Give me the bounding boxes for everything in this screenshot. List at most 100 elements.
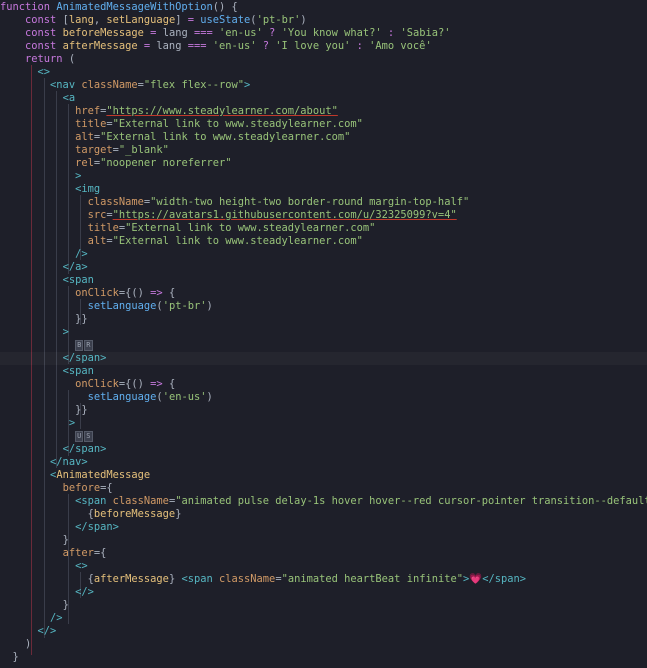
code-token: ? (269, 27, 282, 39)
code-editor[interactable]: function AnimatedMessageWithOption() { c… (0, 0, 647, 668)
code-line[interactable]: src="https://avatars1.githubusercontent.… (0, 209, 647, 222)
code-line[interactable]: href="https://www.steadylearner.com/abou… (0, 105, 647, 118)
code-line[interactable]: } (0, 651, 647, 664)
code-token: setLanguage (87, 300, 157, 312)
code-line[interactable]: function AnimatedMessageWithOption() { (0, 1, 647, 14)
code-token: () { (212, 1, 238, 13)
code-line[interactable]: onClick={() => { (0, 287, 647, 300)
code-line[interactable]: </span> (0, 521, 647, 534)
code-token: <nav (50, 79, 82, 91)
code-token: 'en-us' (212, 40, 263, 52)
code-token: </a> (62, 261, 88, 273)
code-line[interactable]: const beforeMessage = lang === 'en-us' ?… (0, 27, 647, 40)
code-token: <span (62, 365, 94, 377)
code-token: "flex flex--row" (143, 79, 244, 91)
code-line[interactable]: > (0, 170, 647, 183)
code-token: = (143, 40, 157, 52)
code-token: { (168, 378, 176, 390)
code-line[interactable]: target="_blank" (0, 144, 647, 157)
code-token: , (93, 14, 107, 26)
code-token: beforeMessage (62, 27, 151, 39)
code-line[interactable]: alt="External link to www.steadylearner.… (0, 235, 647, 248)
code-line[interactable]: </span> (0, 352, 647, 365)
code-line[interactable]: <> (0, 560, 647, 573)
code-line[interactable]: BR (0, 339, 647, 352)
code-line[interactable]: const afterMessage = lang === 'en-us' ? … (0, 40, 647, 53)
code-line[interactable]: {afterMessage} <span className="animated… (0, 573, 647, 586)
code-line[interactable]: setLanguage('pt-br') (0, 300, 647, 313)
code-line[interactable]: after={ (0, 547, 647, 560)
code-line[interactable]: alt="External link to www.steadylearner.… (0, 131, 647, 144)
code-token: return (25, 53, 69, 65)
code-line[interactable]: <> (0, 66, 647, 79)
code-line[interactable]: </> (0, 586, 647, 599)
code-token: target (75, 144, 113, 156)
code-line[interactable]: <AnimatedMessage (0, 469, 647, 482)
code-line[interactable]: ) (0, 638, 647, 651)
code-token: beforeMessage (93, 508, 176, 520)
code-line[interactable]: <img (0, 183, 647, 196)
code-line[interactable]: > (0, 417, 647, 430)
code-token: afterMessage (93, 573, 169, 585)
code-token: title (87, 222, 119, 234)
code-line[interactable]: }} (0, 404, 647, 417)
code-line[interactable]: } (0, 599, 647, 612)
code-line[interactable]: className="width-two height-two border-r… (0, 196, 647, 209)
code-line[interactable]: rel="noopener noreferrer" (0, 157, 647, 170)
code-line[interactable]: > (0, 326, 647, 339)
flag-emoji-icon: U (75, 430, 84, 442)
code-token: ) (206, 391, 213, 403)
code-line[interactable]: US (0, 430, 647, 443)
code-line[interactable]: /> (0, 612, 647, 625)
code-token: 'I love you' (275, 40, 357, 52)
code-line[interactable]: setLanguage('en-us') (0, 391, 647, 404)
code-line[interactable]: <a (0, 92, 647, 105)
code-line[interactable]: <nav className="flex flex--row"> (0, 79, 647, 92)
code-token: alt (75, 131, 94, 143)
code-line[interactable]: {beforeMessage} (0, 508, 647, 521)
code-line[interactable]: <span className="animated pulse delay-1s… (0, 495, 647, 508)
code-token: () (131, 378, 151, 390)
code-token: <span (181, 573, 219, 585)
code-line[interactable]: <span (0, 274, 647, 287)
code-token: ( (68, 53, 76, 65)
code-line[interactable]: const [lang, setLanguage] = useState('pt… (0, 14, 647, 27)
code-line[interactable]: before={ (0, 482, 647, 495)
code-line[interactable]: return ( (0, 53, 647, 66)
code-line[interactable]: onClick={() => { (0, 378, 647, 391)
code-token: > (75, 170, 82, 182)
code-token: 'en-us' (162, 391, 207, 403)
code-line[interactable]: <span (0, 365, 647, 378)
code-token: 'You know what?' (281, 27, 388, 39)
code-line[interactable]: </span> (0, 443, 647, 456)
code-line[interactable]: /> (0, 248, 647, 261)
code-line[interactable]: title="External link to www.steadylearne… (0, 118, 647, 131)
code-token: const (25, 27, 63, 39)
code-token: <a (62, 92, 76, 104)
code-token: > (244, 79, 251, 91)
code-line[interactable]: } (0, 534, 647, 547)
code-token: "animated heartBeat infinite" (281, 573, 463, 585)
code-token: "External link to www.steadylearner.com" (100, 131, 351, 143)
code-line[interactable]: title="External link to www.steadylearne… (0, 222, 647, 235)
code-token: => (150, 287, 169, 299)
code-line[interactable]: </a> (0, 261, 647, 274)
code-line[interactable]: </nav> (0, 456, 647, 469)
code-line[interactable]: </> (0, 625, 647, 638)
code-token: } (175, 508, 182, 520)
code-token: = (187, 14, 201, 26)
code-line[interactable]: }} (0, 313, 647, 326)
